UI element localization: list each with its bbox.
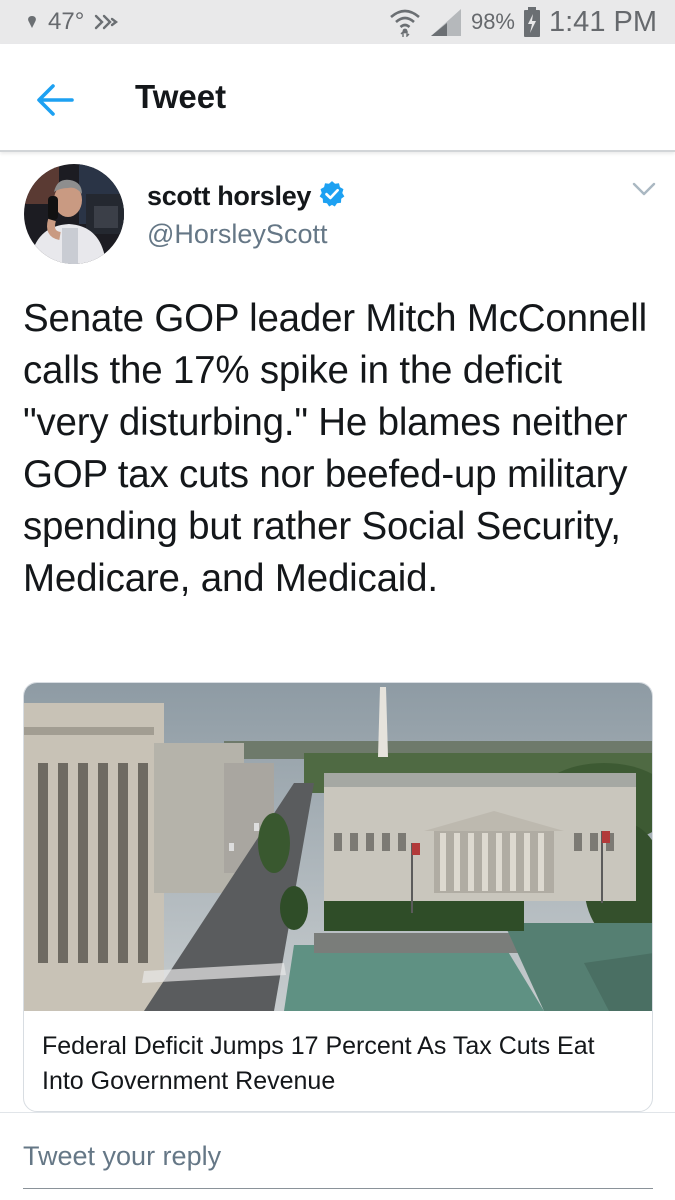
weather-icon: [95, 14, 119, 30]
reply-input[interactable]: [23, 1137, 653, 1189]
wifi-icon: [390, 9, 420, 37]
card-image: [24, 683, 652, 1011]
status-right: 98% 1:41 PM: [389, 5, 657, 38]
location-dot-icon: [28, 16, 36, 28]
battery-percent: 98%: [470, 9, 515, 34]
status-left: 47°: [26, 7, 122, 37]
app-header: Tweet: [0, 44, 675, 152]
battery-charging-icon: [524, 7, 540, 37]
avatar[interactable]: [24, 164, 124, 264]
back-button[interactable]: [30, 78, 80, 122]
arrow-left-icon: [37, 84, 74, 116]
page-title: Tweet: [135, 78, 227, 115]
tweet-text: Senate GOP leader Mitch McConnell calls …: [23, 297, 647, 600]
status-bar: 47° 98% 1:41 PM: [0, 0, 675, 44]
author-handle[interactable]: @HorsleyScott: [147, 219, 327, 250]
link-card[interactable]: Federal Deficit Jumps 17 Percent As Tax …: [23, 682, 653, 1112]
card-title[interactable]: Federal Deficit Jumps 17 Percent As Tax …: [42, 1029, 642, 1099]
reply-bar: [0, 1112, 675, 1200]
avatar-image: [24, 164, 124, 264]
temperature: 47°: [48, 8, 85, 35]
chevron-down-icon[interactable]: [630, 178, 658, 200]
cell-signal-icon: [430, 9, 461, 36]
author-name[interactable]: scott horsley: [147, 181, 311, 212]
verified-badge-icon: [319, 181, 345, 207]
clock: 1:41 PM: [549, 5, 657, 38]
